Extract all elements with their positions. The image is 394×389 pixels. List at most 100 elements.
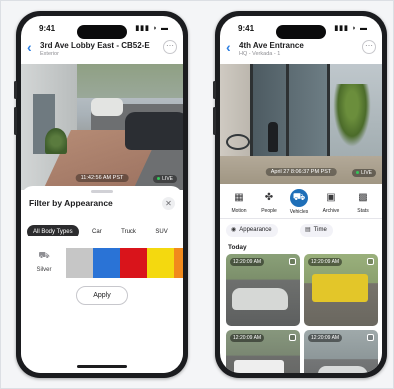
scene-car [125, 112, 183, 150]
selected-color-label: Silver [36, 267, 52, 273]
scene-bike [226, 134, 250, 150]
clip-grid: 12:20:09 AM 12:20:09 AM 12:20:09 AM 12:2… [226, 254, 378, 373]
body-type-chips: All Body Types Car Truck SUV M [27, 220, 183, 236]
select-checkbox[interactable] [289, 258, 296, 265]
scene-palm [330, 84, 374, 154]
category-people[interactable]: ✤ People [254, 190, 284, 214]
screen-camera-live: 9:41 ▮▮▮ ◗ ▬ ‹ 3rd Ave Lobby East - CB52… [21, 16, 183, 373]
section-heading: Today [228, 244, 247, 251]
camera-subtitle: Exterior [40, 51, 59, 57]
category-vehicles[interactable]: ⛟ Vehicles [284, 189, 314, 215]
live-dot-icon [356, 171, 360, 175]
category-label: Motion [231, 208, 247, 214]
phone-left: 9:41 ▮▮▮ ◗ ▬ ‹ 3rd Ave Lobby East - CB52… [14, 11, 188, 378]
close-icon[interactable]: ✕ [162, 197, 175, 210]
scene-person [268, 122, 278, 152]
clip-time: 12:20:09 AM [308, 258, 343, 266]
status-time: 9:41 [39, 24, 56, 33]
chevron-left-icon[interactable]: ‹ [226, 39, 231, 55]
volume-button [14, 81, 17, 99]
dynamic-island [276, 25, 326, 39]
color-filter-row: ⛟ Silver [27, 248, 183, 278]
status-icons: ▮▮▮ ◗ ▬ [135, 25, 169, 32]
clip-thumbnail[interactable]: 12:20:09 AM [304, 254, 378, 326]
status-time: 9:41 [238, 24, 255, 33]
feed-timestamp: 11:42:56 AM PST [75, 174, 129, 182]
clip-thumbnail[interactable]: 12:20:09 AM [304, 330, 378, 373]
scene-car [232, 288, 288, 310]
category-archive[interactable]: ▣ Archive [316, 190, 346, 214]
more-icon[interactable]: ⋯ [163, 40, 177, 54]
pill-label: Appearance [239, 227, 272, 233]
eye-icon: ◉ [231, 227, 237, 233]
camera-header: ‹ 4th Ave Entrance HQ - Verkada - 1 ⋯ [220, 38, 382, 64]
chip-car[interactable]: Car [86, 225, 108, 236]
clip-thumbnail[interactable]: 12:20:09 AM [226, 330, 300, 373]
chevron-left-icon[interactable]: ‹ [27, 39, 32, 55]
scene-door-frame [286, 64, 289, 164]
camera-header: ‹ 3rd Ave Lobby East - CB52-E Exterior ⋯ [21, 38, 183, 64]
category-label: Stats [357, 208, 369, 214]
category-motion[interactable]: ▦ Motion [224, 190, 254, 214]
swatch-orange[interactable] [174, 248, 183, 278]
category-label: People [261, 208, 277, 214]
camera-title: 4th Ave Entrance [239, 41, 304, 50]
clip-time: 12:20:09 AM [308, 334, 343, 342]
swatch-blue[interactable] [93, 248, 120, 278]
archive-icon: ▣ [326, 192, 336, 203]
more-icon[interactable]: ⋯ [362, 40, 376, 54]
screen-camera-history: 9:41 ▮▮▮ ◗ ▬ ‹ 4th Ave Entrance HQ - Ver… [220, 16, 382, 373]
swatch-red[interactable] [120, 248, 147, 278]
category-stats[interactable]: ▩ Stats [348, 190, 378, 214]
dynamic-island [77, 25, 127, 39]
chip-more[interactable]: M [181, 225, 183, 236]
camera-feed[interactable]: April 27 8:06:37 PM PST LIVE [220, 64, 382, 184]
select-checkbox[interactable] [367, 334, 374, 341]
sheet-grabber[interactable] [91, 190, 113, 193]
live-label: LIVE [162, 176, 173, 182]
swatch-yellow[interactable] [147, 248, 174, 278]
pill-label: Time [313, 227, 327, 233]
phone-right: 9:41 ▮▮▮ ◗ ▬ ‹ 4th Ave Entrance HQ - Ver… [213, 11, 387, 378]
scene-car [318, 366, 368, 373]
chip-all-body-types[interactable]: All Body Types [27, 225, 79, 236]
live-badge: LIVE [153, 175, 177, 183]
appearance-filter-button[interactable]: ◉ Appearance [226, 224, 278, 237]
car-icon: ⛟ [38, 250, 50, 260]
scene-truck [312, 274, 368, 302]
select-checkbox[interactable] [367, 258, 374, 265]
chip-suv[interactable]: SUV [149, 225, 174, 236]
camera-subtitle: HQ - Verkada - 1 [239, 51, 281, 57]
chip-truck[interactable]: Truck [115, 225, 142, 236]
divider [220, 218, 382, 219]
motion-icon: ▦ [234, 192, 244, 203]
volume-button [213, 81, 216, 99]
scene-glass-door [250, 64, 330, 164]
live-dot-icon [157, 177, 161, 181]
home-indicator [77, 365, 127, 368]
scene-car [91, 98, 123, 116]
volume-button [213, 107, 216, 135]
stats-icon: ▩ [358, 192, 368, 203]
apply-button[interactable]: Apply [76, 286, 128, 305]
feed-timestamp: April 27 8:06:37 PM PST [265, 168, 337, 176]
showcase-background: 9:41 ▮▮▮ ◗ ▬ ‹ 3rd Ave Lobby East - CB52… [0, 0, 394, 389]
selected-color: ⛟ Silver [29, 248, 59, 278]
color-swatches [66, 248, 183, 278]
select-checkbox[interactable] [289, 334, 296, 341]
car-icon: ⛟ [290, 189, 308, 207]
time-filter-button[interactable]: ▤ Time [300, 224, 333, 237]
volume-button [14, 107, 17, 135]
sheet-title: Filter by Appearance [29, 198, 113, 208]
camera-title: 3rd Ave Lobby East - CB52-E [40, 41, 150, 50]
clip-time: 12:20:09 AM [230, 258, 265, 266]
live-label: LIVE [361, 170, 372, 176]
camera-feed[interactable]: 11:42:56 AM PST LIVE [21, 64, 183, 190]
person-icon: ✤ [264, 192, 274, 203]
clip-time: 12:20:09 AM [230, 334, 265, 342]
clip-thumbnail[interactable]: 12:20:09 AM [226, 254, 300, 326]
scene-trees [77, 64, 183, 98]
swatch-silver[interactable] [66, 248, 93, 278]
category-label: Vehicles [289, 209, 309, 215]
filter-sheet: Filter by Appearance ✕ All Body Types Ca… [21, 186, 183, 373]
